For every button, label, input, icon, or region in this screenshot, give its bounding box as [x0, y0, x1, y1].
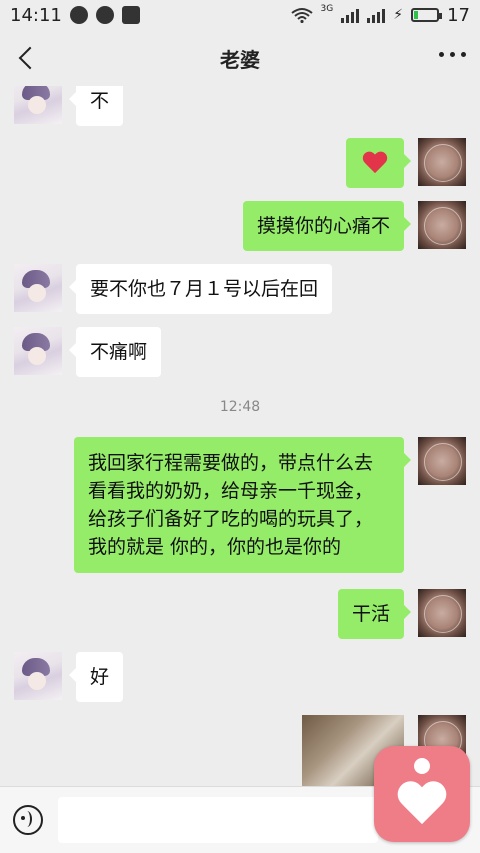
message-line: 我的就是 你的，你的也是你的: [88, 536, 342, 558]
status-bar: 14:11 3G ⚡ 17: [0, 0, 480, 30]
status-bar-left: 14:11: [10, 5, 140, 26]
message-bubble[interactable]: 摸摸你的心痛不: [242, 201, 412, 251]
message-bubble[interactable]: 不痛啊: [68, 327, 162, 377]
message-input[interactable]: [58, 797, 378, 843]
chat-title: 老婆: [220, 47, 260, 72]
status-bar-right: 3G ⚡ 17: [290, 4, 470, 26]
message-row: 不: [0, 86, 480, 126]
message-row: 摸摸你的心痛不: [0, 201, 480, 251]
back-button[interactable]: [12, 40, 42, 76]
message-bubble[interactable]: 我回家行程需要做的，带点什么去 看看我的奶奶，给母亲一千现金， 给孩子们备好了吃…: [74, 437, 411, 573]
more-button[interactable]: [439, 52, 466, 57]
message-line: 看看我的奶奶，给母亲一千现金，: [88, 480, 374, 502]
message-timestamp: 12:48: [219, 399, 261, 415]
heart-app-dot: [414, 758, 430, 774]
image-icon: [121, 6, 140, 24]
message-bubble[interactable]: 好: [68, 652, 124, 702]
message-row: 不痛啊: [0, 327, 480, 377]
network-type: 3G: [320, 4, 334, 14]
wifi-icon: [290, 8, 313, 23]
message-row: 我回家行程需要做的，带点什么去 看看我的奶奶，给母亲一千现金， 给孩子们备好了吃…: [0, 437, 480, 575]
heart-emoji-icon: [362, 152, 388, 176]
self-avatar[interactable]: [418, 589, 466, 637]
contact-avatar[interactable]: [14, 86, 62, 124]
message-row: 干活: [0, 589, 480, 639]
contact-avatar[interactable]: [14, 264, 62, 312]
more-dots-icon: [439, 52, 444, 57]
message-row: 要不你也７月１号以后在回: [0, 264, 480, 314]
voice-icon[interactable]: [13, 805, 43, 835]
message-bubble[interactable]: 要不你也７月１号以后在回: [68, 264, 333, 314]
battery-icon: [411, 8, 443, 22]
message-list[interactable]: 不 摸摸你的心痛不 要不你也７月１号以后在回 不痛啊 12:48 我回家行程需要…: [0, 86, 480, 786]
message-row: 好: [0, 652, 480, 702]
status-time: 14:11: [10, 4, 62, 26]
message-line: 我回家行程需要做的，带点什么去: [88, 452, 374, 474]
message-line: 给孩子们备好了吃的喝的玩具了，: [88, 508, 374, 530]
heart-app-icon[interactable]: [374, 746, 470, 842]
message-bubble[interactable]: 干活: [337, 589, 412, 639]
chat-header: 老婆: [0, 30, 480, 86]
message-bubble-emoji[interactable]: [346, 138, 411, 188]
signal-icon-2: [367, 7, 386, 23]
signal-icon: [341, 7, 360, 23]
self-avatar[interactable]: [418, 437, 466, 485]
contact-avatar[interactable]: [14, 652, 62, 700]
battery-fill: [414, 11, 418, 19]
message-row: [0, 138, 480, 188]
heart-shape: [396, 778, 448, 830]
charging-icon: ⚡: [393, 7, 404, 23]
self-avatar[interactable]: [418, 138, 466, 186]
app-icon: [95, 6, 114, 24]
self-avatar[interactable]: [418, 201, 466, 249]
contact-avatar[interactable]: [14, 327, 62, 375]
message-bubble[interactable]: 不: [68, 86, 124, 126]
message-icon: [69, 6, 88, 24]
battery-label: 17: [447, 4, 470, 26]
